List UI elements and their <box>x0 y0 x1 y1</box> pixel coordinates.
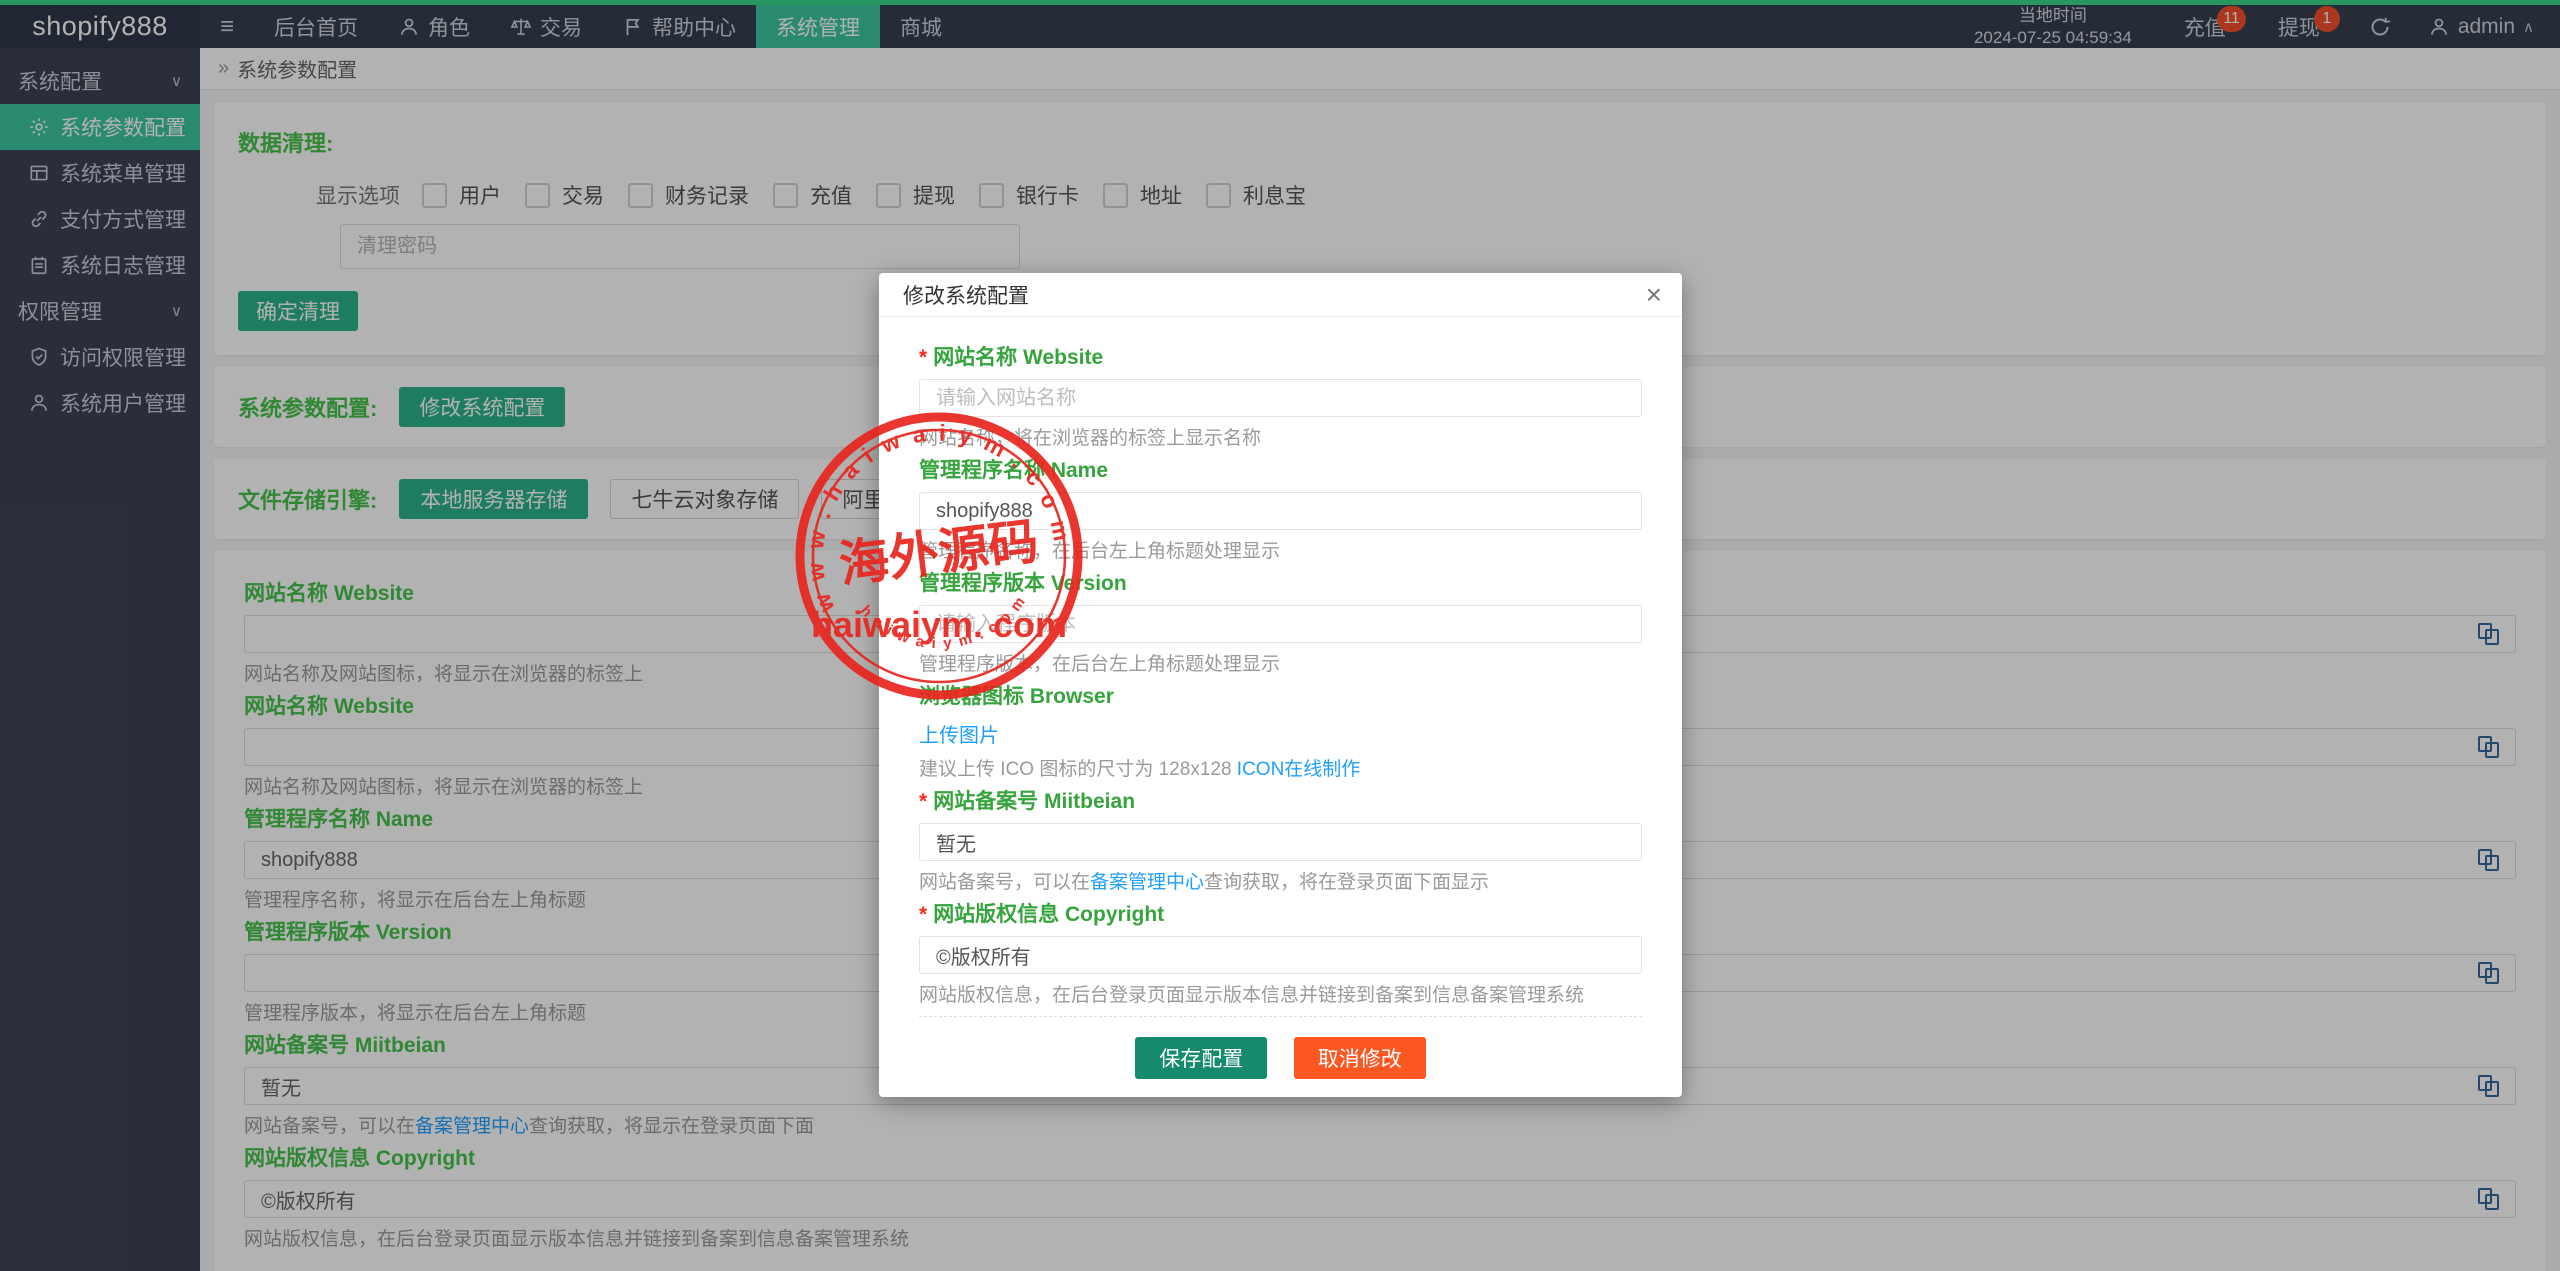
upload-image-link[interactable]: 上传图片 <box>919 719 999 748</box>
required-mark: * <box>919 903 927 926</box>
cancel-edit-button[interactable]: 取消修改 <box>1294 1037 1426 1079</box>
modal-copyright-input[interactable] <box>919 936 1642 974</box>
modal-field-app-name: 管理程序名称 Name 管理程序名称，在后台左上角标题处理显示 <box>919 454 1642 560</box>
field-helper: 建议上传 ICO 图标的尺寸为 128x128 ICON在线制作 <box>919 754 1642 778</box>
modal-field-copyright: *网站版权信息 Copyright 网站版权信息，在后台登录页面显示版本信息并链… <box>919 898 1642 1004</box>
modal-body: *网站名称 Website 网站名称，将在浏览器的标签上显示名称 管理程序名称 … <box>879 317 1682 1004</box>
edit-config-modal: 修改系统配置 × *网站名称 Website 网站名称，将在浏览器的标签上显示名… <box>879 273 1682 1097</box>
modal-website-input[interactable] <box>919 379 1642 417</box>
modal-footer: 保存配置 取消修改 <box>919 1016 1642 1097</box>
icon-maker-link[interactable]: ICON在线制作 <box>1237 759 1361 780</box>
field-helper: 管理程序名称，在后台左上角标题处理显示 <box>919 536 1642 560</box>
required-mark: * <box>919 790 927 813</box>
modal-app-name-input[interactable] <box>919 492 1642 530</box>
beian-center-link[interactable]: 备案管理中心 <box>1090 872 1204 893</box>
modal-field-miitbeian: *网站备案号 Miitbeian 网站备案号，可以在备案管理中心查询获取，将在登… <box>919 785 1642 891</box>
required-mark: * <box>919 346 927 369</box>
modal-header: 修改系统配置 × <box>879 273 1682 317</box>
field-helper: 网站备案号，可以在备案管理中心查询获取，将在登录页面下面显示 <box>919 867 1642 891</box>
close-icon[interactable]: × <box>1646 281 1662 309</box>
admin-app: shopify888 ≡ 后台首页 角色 交易 帮助中心 系统管理 <box>0 0 2560 1271</box>
field-helper: 管理程序版本，在后台左上角标题处理显示 <box>919 649 1642 673</box>
modal-app-version-input[interactable] <box>919 605 1642 643</box>
modal-field-website: *网站名称 Website 网站名称，将在浏览器的标签上显示名称 <box>919 341 1642 447</box>
field-helper: 网站版权信息，在后台登录页面显示版本信息并链接到备案到信息备案管理系统 <box>919 980 1642 1004</box>
field-helper: 网站名称，将在浏览器的标签上显示名称 <box>919 423 1642 447</box>
modal-field-browser-icon: 浏览器图标 Browser 上传图片 建议上传 ICO 图标的尺寸为 128x1… <box>919 680 1642 778</box>
modal-field-app-version: 管理程序版本 Version 管理程序版本，在后台左上角标题处理显示 <box>919 567 1642 673</box>
modal-title: 修改系统配置 <box>903 280 1029 310</box>
modal-miitbeian-input[interactable] <box>919 823 1642 861</box>
save-config-button[interactable]: 保存配置 <box>1135 1037 1267 1079</box>
